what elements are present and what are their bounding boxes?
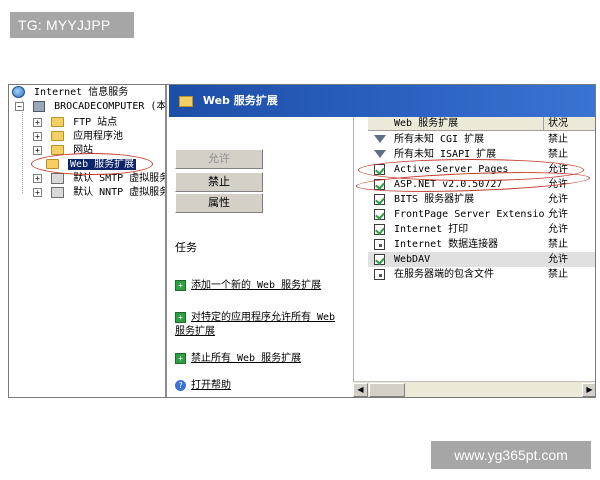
open-help-link-text: 打开帮助: [191, 380, 231, 391]
allow-button[interactable]: 允许: [175, 149, 263, 169]
highlight-ellipse: [31, 153, 153, 175]
list-item-name: 在服务器端的包含文件: [394, 269, 494, 280]
allowed-icon: [374, 209, 385, 220]
expand-icon[interactable]: +: [33, 173, 42, 183]
list-item-name: Internet 数据连接器: [394, 239, 499, 250]
add-extension-link-text: 添加一个新的 Web 服务扩展: [191, 280, 322, 291]
prohibit-button[interactable]: 禁止: [175, 172, 263, 192]
tree-item-label: 默认 NNTP 虚拟服务: [73, 187, 167, 198]
prohibited-icon: [374, 239, 385, 250]
iis-globe-icon: [12, 86, 25, 98]
tree-item-label: FTP 站点: [73, 117, 118, 128]
list-item-status: 允许: [548, 194, 568, 205]
list-item[interactable]: FrontPage Server Extensio... 允许: [368, 207, 595, 222]
list-item[interactable]: Internet 数据连接器 禁止: [368, 237, 595, 252]
column-header-name[interactable]: Web 服务扩展: [368, 117, 544, 131]
folder-icon: [51, 131, 65, 141]
column-header-status[interactable]: 状况: [544, 117, 595, 131]
list-item-status: 允许: [548, 209, 568, 220]
list-item[interactable]: 在服务器端的包含文件 禁止: [368, 267, 595, 282]
nntp-icon: [51, 186, 65, 198]
list-item-status: 允许: [548, 254, 568, 265]
expand-icon[interactable]: +: [33, 131, 42, 141]
iis-manager-window: Internet 信息服务 − BROCADECOMPUTER (本地计 + F…: [8, 84, 596, 398]
expand-icon[interactable]: +: [33, 145, 42, 155]
tree-item-app-pools[interactable]: + 应用程序池: [33, 130, 123, 144]
allow-all-for-app-link-text: 对特定的应用程序允许所有 Web 服务扩展: [175, 312, 336, 337]
details-header-title: Web 服务扩展: [202, 94, 278, 107]
task-pane: 允许 禁止 属性 任务 + 添加一个新的 Web 服务扩展 + 对特定的应用程序允许…: [169, 117, 351, 397]
tree-item-label: 应用程序池: [73, 131, 124, 142]
computer-icon: [33, 100, 46, 112]
smtp-icon: [51, 172, 65, 184]
list-item-name: Internet 打印: [394, 224, 469, 235]
list-item-name: 所有未知 CGI 扩展: [394, 134, 485, 145]
prohibit-all-link-text: 禁止所有 Web 服务扩展: [191, 353, 302, 364]
list-item-selected[interactable]: WebDAV 允许: [368, 252, 595, 267]
properties-button[interactable]: 属性: [175, 193, 263, 213]
allow-all-for-app-link[interactable]: + 对特定的应用程序允许所有 Web 服务扩展: [175, 311, 347, 339]
prohibit-task-icon: +: [175, 352, 186, 364]
add-extension-link[interactable]: + 添加一个新的 Web 服务扩展: [175, 279, 347, 293]
list-item-status: 禁止: [548, 239, 568, 250]
scroll-right-icon[interactable]: ▶: [582, 383, 595, 397]
expand-icon[interactable]: +: [33, 117, 42, 127]
watermark-top: TG: MYYJJPP: [10, 12, 134, 38]
allowed-icon: [374, 254, 385, 265]
list-item[interactable]: Internet 打印 允许: [368, 222, 595, 237]
folder-icon: [179, 95, 193, 107]
folder-icon: [51, 117, 65, 127]
extensions-list: Web 服务扩展 状况 所有未知 CGI 扩展 禁止 所有未知 ISAPI 扩展…: [353, 117, 595, 397]
allow-task-icon: +: [175, 311, 186, 323]
expand-icon[interactable]: +: [33, 187, 42, 197]
list-item-status: 禁止: [548, 134, 568, 145]
list-item[interactable]: 所有未知 CGI 扩展 禁止: [368, 132, 595, 147]
add-task-icon: +: [175, 279, 186, 291]
tree-item-ftp-sites[interactable]: + FTP 站点: [33, 116, 117, 130]
help-icon: ?: [175, 379, 186, 391]
tree-connector: [22, 101, 23, 193]
list-item-status: 允许: [548, 224, 568, 235]
scroll-thumb[interactable]: [369, 383, 405, 397]
prohibit-all-link[interactable]: + 禁止所有 Web 服务扩展: [175, 352, 347, 366]
tree-item-nntp[interactable]: + 默认 NNTP 虚拟服务: [33, 186, 167, 200]
watermark-bottom: www.yg365pt.com: [431, 441, 591, 469]
list-item-name: WebDAV: [394, 254, 431, 265]
tree-item-computer-label: BROCADECOMPUTER (本地计: [54, 101, 167, 112]
allowed-icon: [374, 224, 385, 235]
tree-item-computer[interactable]: − BROCADECOMPUTER (本地计: [15, 100, 167, 114]
scroll-left-icon[interactable]: ◀: [353, 383, 368, 397]
list-item[interactable]: BITS 服务器扩展 允许: [368, 192, 595, 207]
collapse-icon[interactable]: −: [15, 101, 24, 111]
filter-icon: [374, 134, 386, 145]
prohibited-icon: [374, 269, 385, 280]
open-help-link[interactable]: ? 打开帮助: [175, 379, 347, 393]
list-item-status: 禁止: [548, 149, 568, 160]
filter-icon: [374, 149, 386, 160]
list-item-name: FrontPage Server Extensio...: [394, 209, 544, 220]
allowed-icon: [374, 194, 385, 205]
tree-item-root[interactable]: Internet 信息服务: [12, 86, 128, 100]
details-header: Web 服务扩展: [169, 85, 595, 117]
tree-item-root-label: Internet 信息服务: [34, 87, 129, 98]
tasks-heading: 任务: [175, 241, 197, 254]
tree-pane: Internet 信息服务 − BROCADECOMPUTER (本地计 + F…: [9, 85, 167, 397]
list-item-status: 禁止: [548, 269, 568, 280]
horizontal-scrollbar[interactable]: ◀ ▶: [353, 381, 595, 397]
list-item-name: BITS 服务器扩展: [394, 194, 475, 205]
